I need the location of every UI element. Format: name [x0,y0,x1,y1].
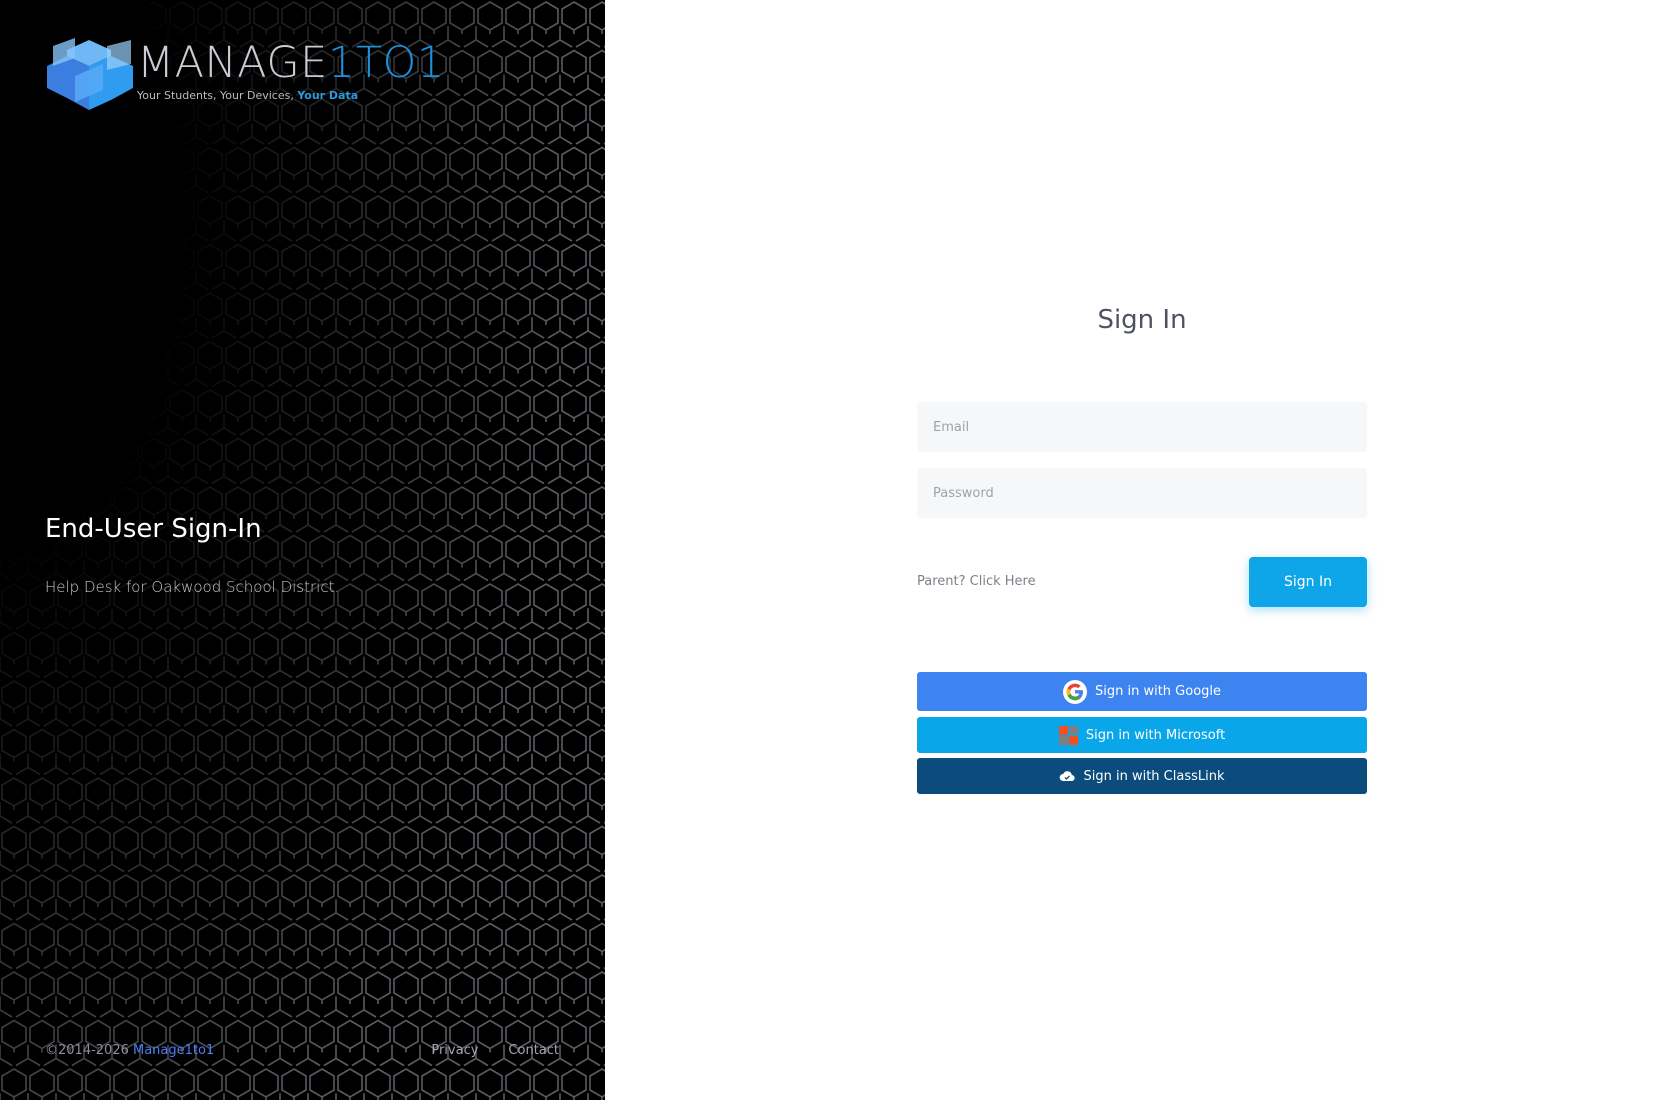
microsoft-sign-in-button[interactable]: Sign in with Microsoft [917,717,1367,753]
contact-link[interactable]: Contact [508,1043,559,1058]
sign-in-button[interactable]: Sign In [1249,557,1367,607]
email-field[interactable] [917,402,1367,452]
microsoft-sign-in-label: Sign in with Microsoft [1085,727,1226,743]
copyright: ©2014-2026 Manage1to1 [45,1043,215,1058]
parent-link[interactable]: Parent? Click Here [917,574,1036,589]
google-sign-in-button[interactable]: Sign in with Google [917,672,1367,711]
classlink-sign-in-button[interactable]: Sign in with ClassLink [917,758,1367,794]
password-field[interactable] [917,468,1367,518]
cube-logo-icon [47,38,133,110]
panel-title: End-User Sign-In [45,514,262,544]
microsoft-icon [1058,725,1078,745]
brand-panel: MANAGE1TO1 Your Students, Your Devices, … [0,0,605,1100]
footer-links: Privacy Contact [431,1043,559,1058]
hexagon-pattern-background [0,0,605,1100]
sign-in-title: Sign In [1097,305,1187,335]
company-link[interactable]: Manage1to1 [133,1043,214,1058]
logo-tagline: Your Students, Your Devices, Your Data [137,89,359,102]
logo-wordmark: MANAGE1TO1 [137,38,445,88]
classlink-sign-in-label: Sign in with ClassLink [1083,768,1225,784]
google-sign-in-label: Sign in with Google [1094,684,1222,699]
manage1to1-logo: MANAGE1TO1 Your Students, Your Devices, … [45,38,465,118]
google-icon [1062,679,1087,704]
classlink-cloud-icon [1059,770,1076,782]
sign-in-form: Sign In Parent? Click Here Sign In Sign … [917,0,1367,1100]
panel-subtitle: Help Desk for Oakwood School District. [45,578,340,596]
privacy-link[interactable]: Privacy [431,1043,478,1058]
